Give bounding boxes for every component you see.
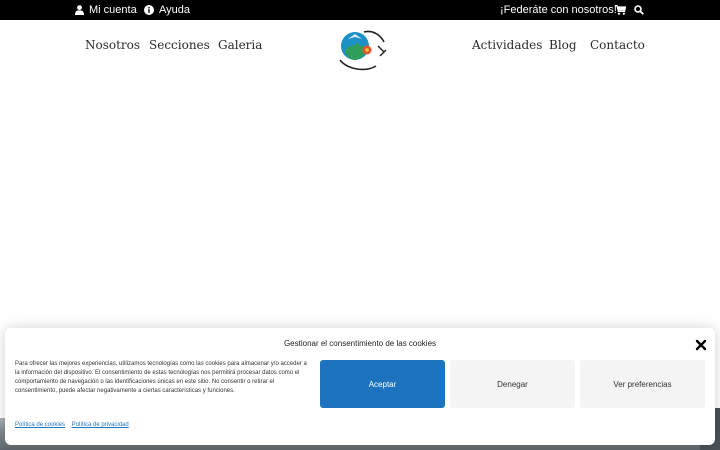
cart-icon — [615, 5, 626, 15]
accept-button[interactable]: Aceptar — [320, 360, 445, 408]
logo-emblem-icon — [339, 30, 387, 71]
cookie-policy-link[interactable]: Política de cookies — [15, 422, 65, 428]
info-icon — [144, 5, 154, 15]
site-logo[interactable] — [334, 22, 392, 78]
help-link[interactable]: Ayuda — [144, 0, 190, 20]
federate-link[interactable]: ¡Federáte con nosotros! — [500, 0, 617, 20]
nav-link-secciones[interactable]: Secciones — [149, 38, 210, 52]
nav-link-contacto[interactable]: Contacto — [590, 38, 645, 52]
preferences-button[interactable]: Ver preferencias — [580, 360, 705, 408]
nav-link-nosotros[interactable]: Nosotros — [85, 38, 140, 52]
search-button[interactable] — [634, 0, 644, 20]
cart-button[interactable] — [615, 0, 626, 20]
federate-label: ¡Federáte con nosotros! — [500, 4, 617, 16]
cookie-description: Para ofrecer las mejores experiencias, u… — [15, 361, 307, 394]
cookie-links: Política de cookies Política de privacid… — [15, 422, 134, 428]
user-icon — [75, 5, 84, 15]
privacy-policy-link[interactable]: Política de privacidad — [72, 422, 129, 428]
cookie-title: Gestionar el consentimiento de las cooki… — [283, 339, 437, 348]
deny-button[interactable]: Denegar — [450, 360, 575, 408]
search-icon — [634, 5, 644, 15]
cookie-consent-banner: Gestionar el consentimiento de las cooki… — [5, 328, 715, 445]
close-icon — [695, 338, 707, 355]
nav-link-galeria[interactable]: Galeria — [218, 38, 262, 52]
nav-link-blog[interactable]: Blog — [549, 38, 577, 52]
nav-link-actividades[interactable]: Actividades — [472, 38, 542, 52]
close-button[interactable] — [695, 338, 707, 351]
my-account-link[interactable]: Mi cuenta — [75, 0, 137, 20]
top-bar: Mi cuenta Ayuda ¡Federáte con nosotros! — [0, 0, 720, 20]
my-account-label: Mi cuenta — [89, 4, 137, 16]
help-label: Ayuda — [159, 4, 190, 16]
